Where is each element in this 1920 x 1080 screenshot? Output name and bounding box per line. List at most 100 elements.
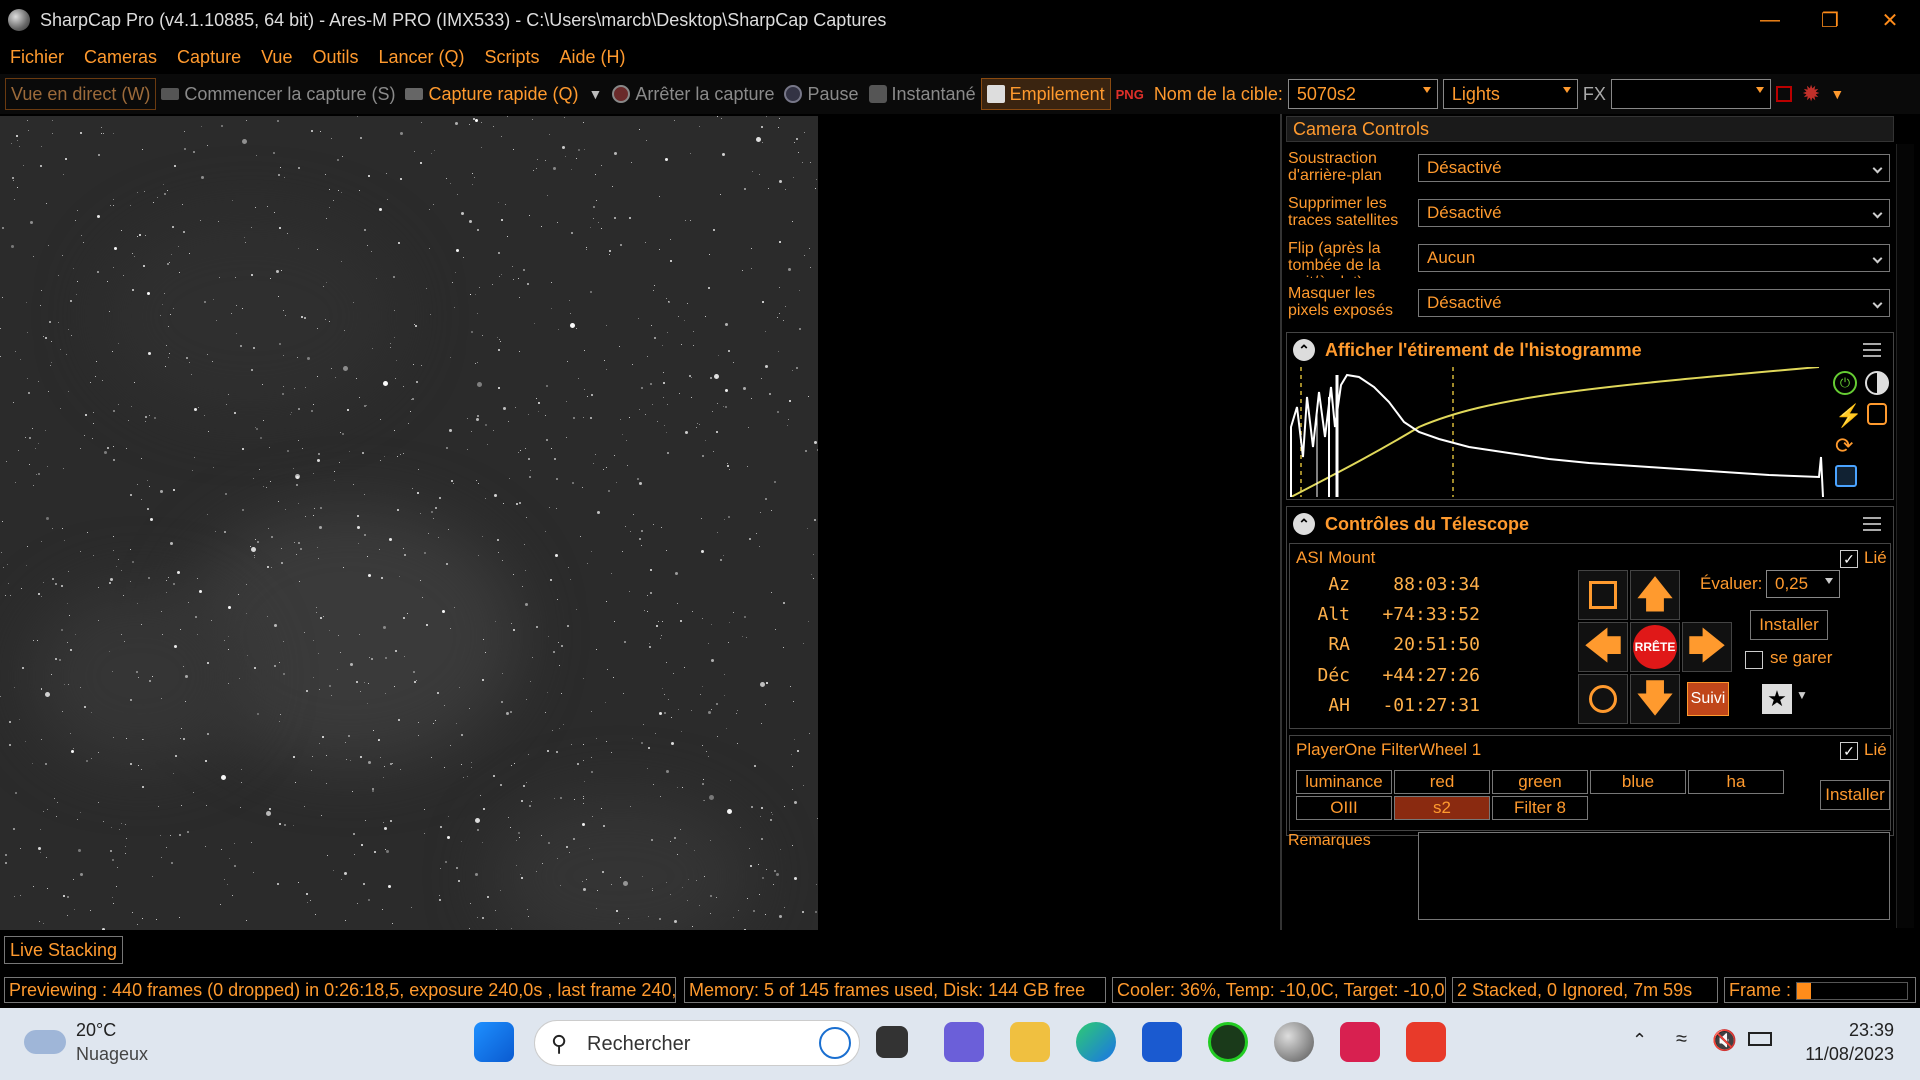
power-icon[interactable]: ⏻ — [1833, 371, 1857, 395]
histogram-graph[interactable] — [1289, 367, 1829, 497]
tracking-button[interactable]: Suivi — [1687, 682, 1729, 716]
bing-icon[interactable] — [819, 1027, 851, 1059]
filter-red[interactable]: red — [1394, 770, 1490, 794]
contrast-icon[interactable] — [1865, 371, 1889, 395]
star — [270, 481, 271, 482]
star — [492, 284, 493, 285]
live-stacking-tab[interactable]: Live Stacking — [4, 936, 124, 964]
background-subtraction-dropdown[interactable]: Désactivé — [1418, 154, 1890, 182]
file-explorer-icon[interactable] — [1010, 1022, 1050, 1062]
lock-icon[interactable] — [1867, 403, 1887, 425]
menu-capture[interactable]: Capture — [177, 47, 241, 68]
restore-button[interactable]: ❐ — [1800, 0, 1860, 40]
menu-vue[interactable]: Vue — [261, 47, 292, 68]
wifi-icon[interactable]: ≈ — [1676, 1028, 1687, 1051]
chevron-down-icon[interactable]: ▼ — [1796, 688, 1808, 702]
star — [430, 314, 431, 315]
target-icon[interactable] — [1578, 674, 1628, 724]
close-button[interactable]: ✕ — [1860, 0, 1920, 40]
star — [678, 316, 679, 317]
filter-oiii[interactable]: OIII — [1296, 796, 1392, 820]
star — [93, 423, 94, 424]
edge-icon[interactable] — [1076, 1022, 1116, 1062]
star — [526, 517, 527, 518]
live-view-button[interactable]: Vue en direct (W) — [5, 78, 157, 110]
start-capture-button[interactable]: Commencer la capture (S) — [156, 78, 400, 110]
crosshair-icon[interactable]: ✹ — [1797, 78, 1825, 110]
task-view-icon[interactable] — [876, 1026, 908, 1058]
anydesk-icon[interactable] — [1406, 1022, 1446, 1062]
pause-button[interactable]: Pause — [779, 78, 863, 110]
hamburger-menu-icon[interactable] — [1863, 517, 1881, 535]
lightning-icon[interactable]: ⚡ — [1835, 403, 1862, 429]
flip-dropdown[interactable]: Aucun — [1418, 244, 1890, 272]
stacking-button[interactable]: Empilement — [980, 78, 1111, 110]
star — [760, 512, 761, 513]
menu-outils[interactable]: Outils — [312, 47, 358, 68]
star-icon[interactable]: ★ — [1762, 684, 1792, 714]
arrow-left-button[interactable]: 🡄 — [1578, 622, 1628, 672]
quick-capture-button[interactable]: Capture rapide (Q) ▼ — [400, 78, 607, 110]
battery-icon[interactable] — [1748, 1032, 1772, 1046]
minimize-button[interactable]: — — [1740, 0, 1800, 40]
panel-scrollbar[interactable] — [1896, 144, 1914, 928]
camera-preview-image[interactable] — [0, 116, 818, 930]
fx-dropdown[interactable] — [1610, 79, 1771, 109]
notes-textarea[interactable] — [1418, 832, 1890, 920]
collapse-icon[interactable]: ⌃ — [1293, 339, 1315, 361]
rate-dropdown[interactable]: 0,25 — [1766, 570, 1840, 598]
star — [383, 777, 384, 778]
menu-cameras[interactable]: Cameras — [84, 47, 157, 68]
windows-start-icon[interactable] — [474, 1022, 514, 1062]
filterwheel-setup-button[interactable]: Installer — [1820, 780, 1890, 810]
menu-scripts[interactable]: Scripts — [485, 47, 540, 68]
sharpcap-taskbar-icon[interactable] — [1274, 1022, 1314, 1062]
snapshot-button[interactable]: Instantané — [864, 78, 981, 110]
star — [41, 739, 42, 740]
filter-green[interactable]: green — [1492, 770, 1588, 794]
menu-fichier[interactable]: Fichier — [10, 47, 64, 68]
app-icon-red[interactable] — [1340, 1022, 1380, 1062]
filter-8[interactable]: Filter 8 — [1492, 796, 1588, 820]
arrow-up-button[interactable]: 🡅 — [1630, 570, 1680, 620]
arrow-right-button[interactable]: 🡆 — [1682, 622, 1732, 672]
menu-aide[interactable]: Aide (H) — [560, 47, 626, 68]
teams-chat-icon[interactable] — [944, 1022, 984, 1062]
filterwheel-linked-checkbox[interactable]: ✓ — [1840, 742, 1858, 760]
star — [257, 713, 259, 715]
park-checkbox[interactable] — [1745, 651, 1763, 669]
stop-capture-button[interactable]: Arrêter la capture — [607, 78, 779, 110]
reset-icon[interactable]: ⟳ — [1835, 433, 1853, 459]
satellite-trails-dropdown[interactable]: Désactivé — [1418, 199, 1890, 227]
phd-guiding-icon[interactable] — [1208, 1022, 1248, 1062]
store-icon[interactable] — [1142, 1022, 1182, 1062]
chevron-up-icon[interactable]: ⌃ — [1632, 1030, 1647, 1051]
filter-ha[interactable]: ha — [1688, 770, 1784, 794]
filter-s2[interactable]: s2 — [1394, 796, 1490, 820]
mount-linked-checkbox[interactable]: ✓ — [1840, 550, 1858, 568]
mount-setup-button[interactable]: Installer — [1750, 610, 1828, 640]
filter-blue[interactable]: blue — [1590, 770, 1686, 794]
speaker-muted-icon[interactable]: 🔇 — [1712, 1028, 1737, 1053]
filter-luminance[interactable]: luminance — [1296, 770, 1392, 794]
frame-type-dropdown[interactable]: Lights — [1442, 79, 1578, 109]
star — [213, 299, 214, 300]
mask-pixels-dropdown[interactable]: Désactivé — [1418, 289, 1890, 317]
star — [360, 691, 361, 692]
stop-mount-button[interactable]: RRÊTE — [1630, 622, 1680, 672]
goto-icon[interactable] — [1578, 570, 1628, 620]
arrow-down-button[interactable]: 🡇 — [1630, 674, 1680, 724]
record-square-icon[interactable] — [1771, 78, 1797, 110]
chevron-down-icon[interactable]: ▼ — [589, 86, 603, 102]
menu-lancer[interactable]: Lancer (Q) — [378, 47, 464, 68]
search-box[interactable]: ⚲ Rechercher — [534, 1020, 860, 1066]
star — [329, 685, 331, 687]
target-name-dropdown[interactable]: 5070s2 — [1287, 79, 1438, 109]
png-icon[interactable]: PNG — [1111, 78, 1149, 110]
star — [107, 447, 109, 449]
cloud-icon[interactable] — [24, 1030, 66, 1054]
save-icon[interactable] — [1835, 465, 1857, 487]
collapse-icon[interactable]: ⌃ — [1293, 513, 1315, 535]
hamburger-menu-icon[interactable] — [1863, 343, 1881, 361]
chevron-down-icon[interactable]: ▼ — [1825, 78, 1849, 110]
